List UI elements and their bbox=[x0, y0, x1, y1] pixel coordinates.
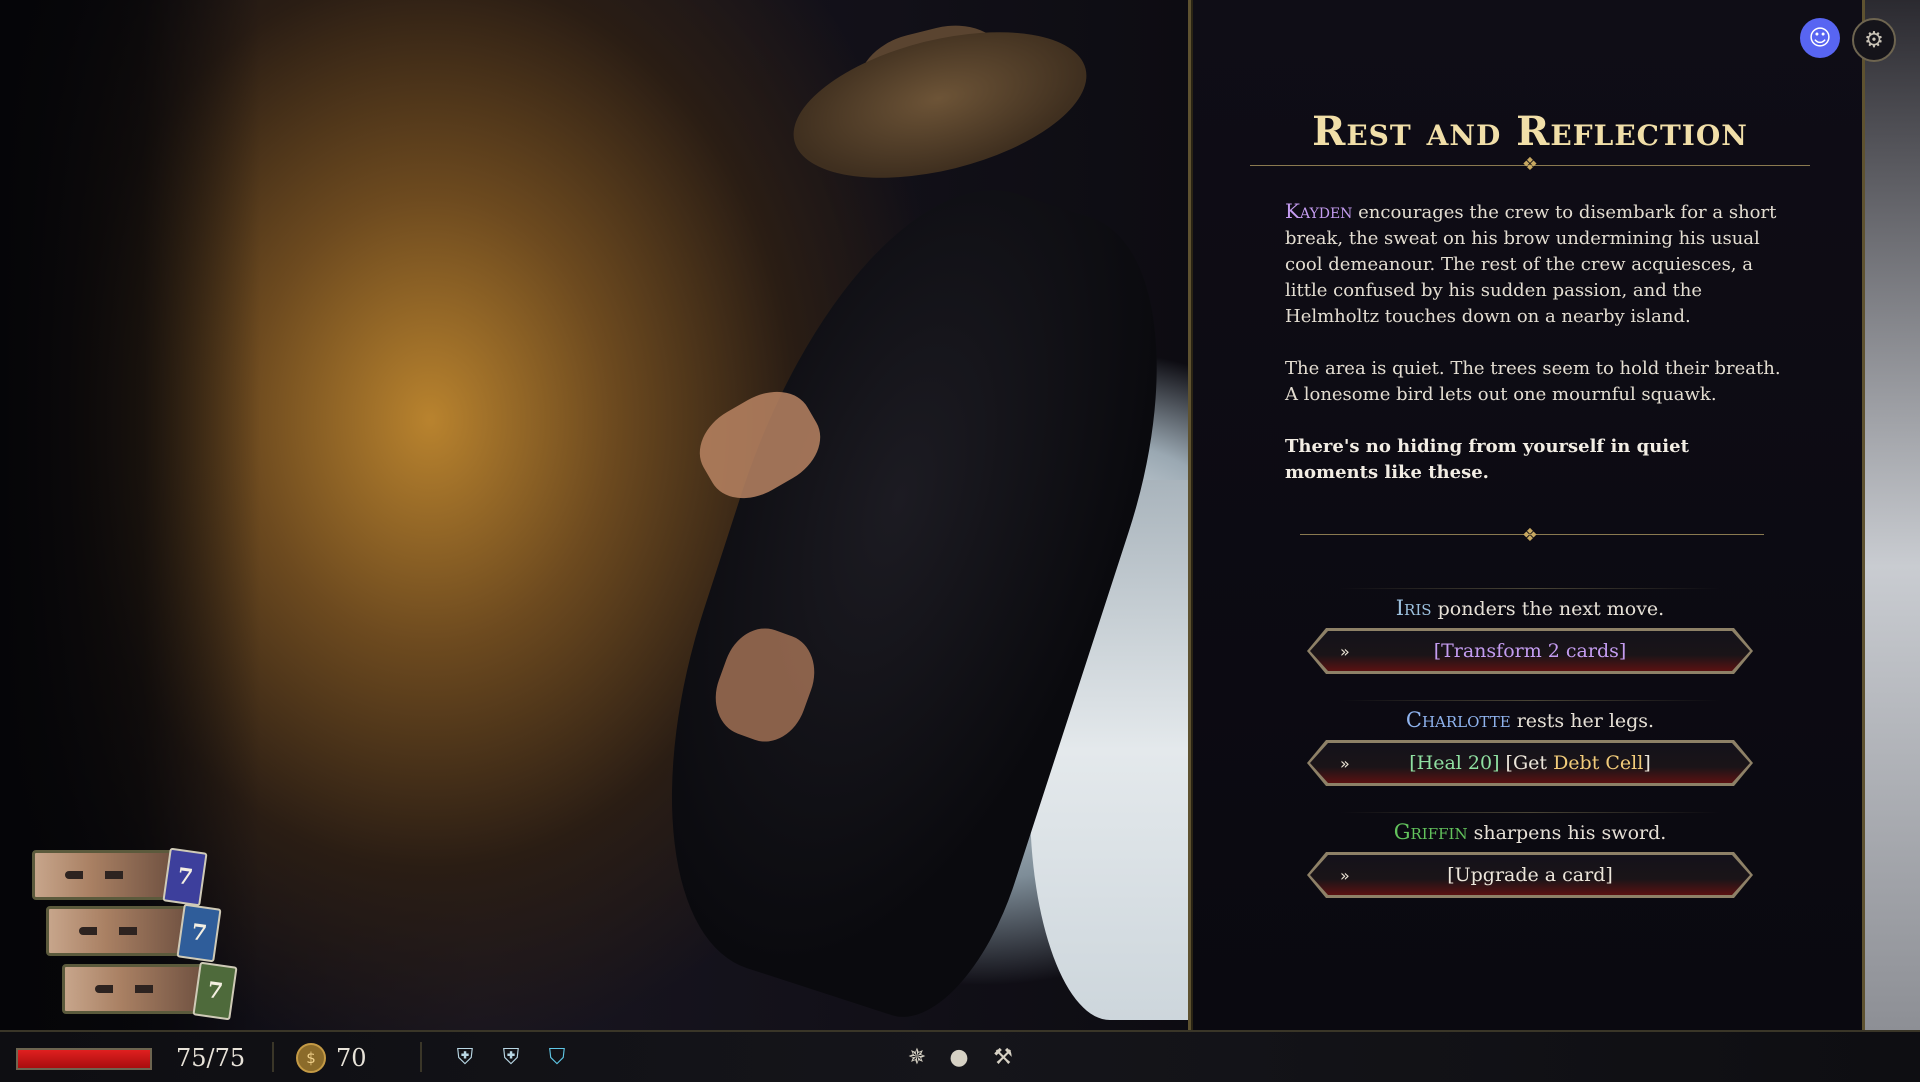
gear-icon[interactable]: ⚙ bbox=[1852, 18, 1896, 62]
hud-divider bbox=[272, 1042, 274, 1072]
sack-icon[interactable]: ● bbox=[944, 1042, 974, 1072]
choice-caption-text: ponders the next move. bbox=[1431, 598, 1665, 620]
choice-button-transform[interactable]: » [Transform 2 cards] bbox=[1310, 631, 1750, 671]
gold-amount: 70 bbox=[336, 1044, 367, 1072]
character-name-griffin: Griffin bbox=[1393, 820, 1468, 844]
health-bar-fill bbox=[18, 1050, 150, 1068]
choice-caption-iris: Iris ponders the next move. bbox=[1290, 596, 1770, 620]
coin-icon: $ bbox=[296, 1043, 326, 1073]
shield-icon[interactable]: ⛉ bbox=[542, 1042, 572, 1072]
portrait-eyes bbox=[79, 927, 159, 935]
portrait-iris[interactable] bbox=[32, 850, 178, 900]
event-title: Rest and Reflection bbox=[1312, 108, 1748, 155]
debt-cell-text: Debt Cell bbox=[1553, 752, 1644, 774]
action-text: ] bbox=[1643, 752, 1651, 774]
chevron-right-icon: » bbox=[1340, 753, 1350, 773]
choice-action-text: [Transform 2 cards] bbox=[1433, 640, 1627, 662]
hud-divider bbox=[420, 1042, 422, 1072]
event-paragraph-2: The area is quiet. The trees seem to hol… bbox=[1285, 358, 1781, 405]
ornament-icon: ❖ bbox=[1521, 154, 1539, 175]
choice-caption-griffin: Griffin sharpens his sword. bbox=[1290, 820, 1770, 844]
top-right-icons: ☺ ⚙ bbox=[1800, 18, 1896, 62]
action-text: [Get bbox=[1499, 752, 1554, 774]
ornament-icon: ❖ bbox=[1521, 525, 1539, 546]
portrait-griffin[interactable] bbox=[62, 964, 208, 1014]
shield-crest-icon[interactable]: ⛨ bbox=[496, 1042, 526, 1072]
shield-crest-icon[interactable]: ⛨ bbox=[450, 1042, 480, 1072]
choice-button-heal[interactable]: » [Heal 20] [Get Debt Cell] bbox=[1310, 743, 1750, 783]
choice-caption-text: rests her legs. bbox=[1510, 710, 1655, 732]
panel-edge-cloud bbox=[1862, 0, 1920, 1030]
event-paragraph-3: There's no hiding from yourself in quiet… bbox=[1285, 436, 1689, 483]
event-description: Kayden encourages the crew to disembark … bbox=[1285, 198, 1785, 512]
choice-button-upgrade[interactable]: » [Upgrade a card] bbox=[1310, 855, 1750, 895]
choice-action-text: [Upgrade a card] bbox=[1447, 864, 1613, 886]
portrait-eyes bbox=[95, 985, 175, 993]
choice-divider bbox=[1340, 812, 1720, 813]
deck-count-badge[interactable]: 7 bbox=[176, 903, 222, 963]
choice-caption-charlotte: Charlotte rests her legs. bbox=[1290, 708, 1770, 732]
character-name-iris: Iris bbox=[1395, 596, 1432, 620]
chevron-right-icon: » bbox=[1340, 865, 1350, 885]
axe-icon[interactable]: ⚒ bbox=[988, 1042, 1018, 1072]
health-bar bbox=[16, 1048, 152, 1070]
character-name-charlotte: Charlotte bbox=[1405, 708, 1511, 732]
chevron-right-icon: » bbox=[1340, 641, 1350, 661]
paragraph-text: encourages the crew to disembark for a s… bbox=[1285, 202, 1777, 327]
choice-divider bbox=[1340, 700, 1720, 701]
portrait-charlotte[interactable] bbox=[46, 906, 194, 956]
deck-count-badge[interactable]: 7 bbox=[192, 961, 238, 1021]
choice-divider bbox=[1340, 588, 1720, 589]
deck-count-badge[interactable]: 7 bbox=[162, 847, 208, 907]
heal-action-text: [Heal 20] bbox=[1409, 752, 1500, 774]
health-text: 75/75 bbox=[176, 1044, 246, 1072]
discord-icon[interactable]: ☺ bbox=[1800, 18, 1840, 58]
bottom-hud: 75/75 $ 70 ⛨ ⛨ ⛉ ✵ ● ⚒ bbox=[0, 1030, 1920, 1082]
event-paragraph-1: Kayden encourages the crew to disembark … bbox=[1285, 198, 1785, 330]
choice-caption-text: sharpens his sword. bbox=[1467, 822, 1667, 844]
character-name-kayden: Kayden bbox=[1285, 199, 1353, 223]
burst-icon[interactable]: ✵ bbox=[902, 1042, 932, 1072]
portrait-eyes bbox=[65, 871, 145, 879]
